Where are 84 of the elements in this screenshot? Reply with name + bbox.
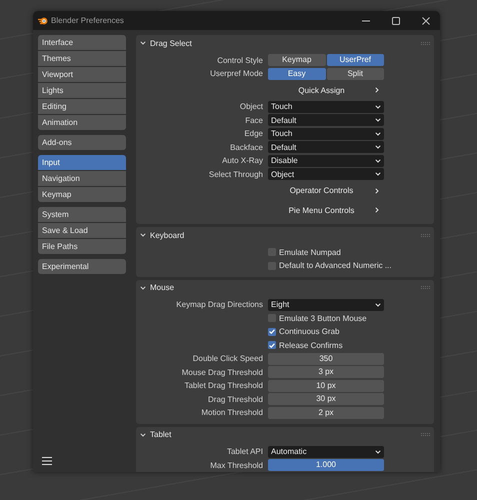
sidebar-item[interactable]: Experimental <box>38 259 126 274</box>
setting-label: Backface <box>229 142 263 152</box>
checkbox-label[interactable]: Emulate Numpad <box>279 248 341 256</box>
chevron-down-icon <box>375 450 381 454</box>
sidebar-item[interactable]: Keymap <box>38 187 126 202</box>
checkbox-label[interactable]: Continuous Grab <box>279 327 340 336</box>
chevron-down-icon[interactable] <box>140 40 146 46</box>
checkbox-label[interactable]: Emulate 3 Button Mouse <box>279 314 367 322</box>
chevron-down-icon <box>375 302 381 306</box>
sidebar-item[interactable]: Editing <box>38 99 126 114</box>
setting-label: Object <box>238 102 263 111</box>
setting-label: Control Style <box>216 56 263 64</box>
number-field[interactable]: 2 px <box>268 406 384 418</box>
section-title[interactable]: Tablet <box>150 430 172 439</box>
toggle-option[interactable]: UserPref <box>326 54 384 66</box>
toggle-option[interactable]: Keymap <box>268 54 326 66</box>
section-title[interactable]: Mouse <box>150 283 174 292</box>
sidebar-item[interactable]: Viewport <box>38 67 126 82</box>
chevron-down-icon <box>375 104 381 108</box>
chevron-down-icon <box>375 132 381 136</box>
checkbox[interactable] <box>268 328 276 336</box>
sidebar-item[interactable]: Input <box>38 155 126 170</box>
setting-label: Tablet API <box>226 447 263 456</box>
setting-label: Tablet Drag Threshold <box>183 381 263 390</box>
slider-field[interactable]: 1.000 <box>268 459 384 471</box>
sidebar-item[interactable]: File Paths <box>38 239 126 254</box>
dropdown[interactable]: Disable <box>268 154 384 166</box>
chevron-down-icon[interactable] <box>140 232 146 238</box>
logo-icon <box>38 16 48 25</box>
menu-icon[interactable] <box>42 457 52 465</box>
chevron-down-icon <box>375 172 381 176</box>
setting-label: Keymap Drag Directions <box>175 300 263 309</box>
subpanel-link[interactable]: Quick Assign <box>268 81 384 99</box>
sidebar-item[interactable]: Navigation <box>38 171 126 186</box>
section-title[interactable]: Keyboard <box>150 230 184 240</box>
toggle-option[interactable]: Split <box>326 68 384 80</box>
sidebar-item[interactable]: Lights <box>38 83 126 98</box>
subpanel-link[interactable]: Operator Controls <box>268 182 384 200</box>
window-title: Blender Preferences <box>51 16 124 25</box>
subpanel-link[interactable]: Pie Menu Controls <box>268 201 384 219</box>
setting-label: Select Through <box>208 170 263 178</box>
sidebar-item[interactable]: Save & Load <box>38 223 126 238</box>
chevron-down-icon <box>375 118 381 122</box>
setting-label: Max Threshold <box>209 460 263 470</box>
close-icon[interactable] <box>422 16 430 24</box>
checkbox-label[interactable]: Default to Advanced Numeric ... <box>279 261 392 270</box>
sidebar-item[interactable]: Themes <box>38 51 126 66</box>
dropdown[interactable]: Touch <box>268 128 384 140</box>
dropdown[interactable]: Default <box>268 141 384 153</box>
chevron-right-icon <box>375 188 379 194</box>
setting-label: Mouse Drag Threshold <box>180 368 263 376</box>
setting-label: Drag Threshold <box>207 394 263 404</box>
chevron-right-icon <box>375 87 379 93</box>
maximize-icon[interactable] <box>392 16 400 24</box>
setting-label: Motion Threshold <box>200 408 263 417</box>
dropdown[interactable]: Eight <box>268 298 384 310</box>
dropdown[interactable]: Default <box>268 114 384 126</box>
section-title[interactable]: Drag Select <box>150 38 192 48</box>
chevron-down-icon <box>375 158 381 162</box>
chevron-right-icon <box>375 207 379 213</box>
sidebar-item[interactable]: System <box>38 207 126 222</box>
checkbox-label[interactable]: Release Confirms <box>279 340 343 350</box>
checkmark-icon <box>269 342 275 348</box>
checkmark-icon <box>269 329 275 334</box>
chevron-down-icon[interactable] <box>140 432 146 438</box>
setting-label: Double Click Speed <box>192 354 263 363</box>
chevron-down-icon[interactable] <box>140 284 146 290</box>
sidebar-item[interactable]: Add-ons <box>38 135 126 150</box>
setting-label: Userpref Mode <box>209 69 263 78</box>
number-field[interactable]: 30 px <box>268 393 384 405</box>
number-field[interactable]: 350 <box>268 352 384 364</box>
sidebar-item[interactable]: Interface <box>38 35 126 50</box>
dropdown[interactable]: Touch <box>268 100 384 112</box>
dropdown[interactable]: Object <box>268 168 384 180</box>
dropdown[interactable]: Automatic <box>268 446 384 458</box>
setting-label: Face <box>244 116 263 124</box>
setting-label: Auto X-Ray <box>221 156 263 165</box>
chevron-down-icon <box>375 145 381 149</box>
number-field[interactable]: 3 px <box>268 366 384 378</box>
setting-label: Edge <box>243 129 263 138</box>
sidebar-item[interactable]: Animation <box>38 115 126 130</box>
toggle-option[interactable]: Easy <box>268 68 326 80</box>
number-field[interactable]: 10 px <box>268 380 384 392</box>
checkbox[interactable] <box>268 341 276 349</box>
